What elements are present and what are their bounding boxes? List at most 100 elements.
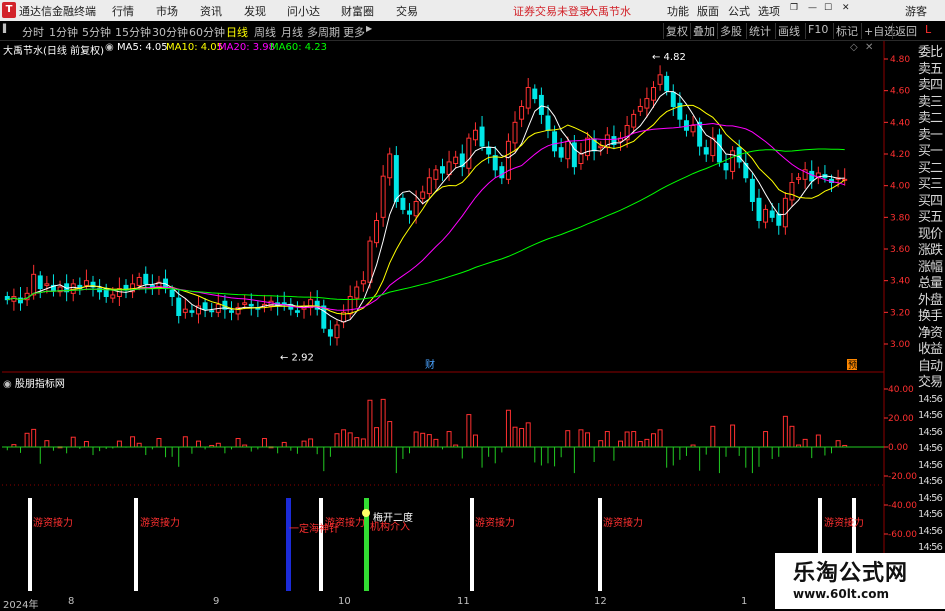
candle-body <box>182 308 188 313</box>
price-tick-label: 4.60 <box>890 87 910 97</box>
indicator-bar <box>565 430 571 448</box>
side-panel-item[interactable]: 买二 <box>918 161 943 177</box>
candle-body <box>552 131 558 152</box>
side-panel-item[interactable]: 自动 <box>918 359 943 375</box>
candle-body <box>209 310 215 313</box>
candle-body <box>716 134 722 163</box>
candle-body <box>453 156 459 165</box>
candle-body <box>525 87 531 109</box>
candle-body <box>44 283 50 286</box>
price-tick-label: 3.20 <box>890 308 910 318</box>
indicator-bar <box>446 431 452 448</box>
price-tick-label: 3.40 <box>890 277 910 287</box>
side-panel-item[interactable]: 买四 <box>918 194 943 210</box>
candle-body <box>242 302 248 305</box>
indicator-bar <box>420 432 426 448</box>
indicator-settings-icon[interactable]: ◉ <box>3 379 12 390</box>
candle-body <box>407 210 412 215</box>
side-panel-item[interactable]: 委比 <box>918 45 943 61</box>
candle-body <box>327 329 333 337</box>
indicator-bar <box>136 442 142 448</box>
side-panel-item[interactable]: 卖五 <box>918 62 943 78</box>
candle-body <box>367 240 373 283</box>
side-panel-item[interactable]: 卖二 <box>918 111 943 127</box>
side-panel-item[interactable]: 14:56 <box>918 474 943 490</box>
indicator-bar <box>341 429 347 448</box>
signal-bar <box>28 498 32 591</box>
side-panel-item[interactable]: 交易 <box>918 375 943 391</box>
indicator-bar <box>651 433 656 448</box>
candle-body <box>651 87 656 101</box>
candle-body <box>248 303 254 307</box>
side-panel-item[interactable]: 收益 <box>918 342 943 358</box>
indicator-bar <box>525 422 531 448</box>
indicator-tick-label: -40.00 <box>888 501 917 511</box>
candle-body <box>294 310 300 313</box>
side-panel-item[interactable]: 卖四 <box>918 78 943 94</box>
date-axis: 2024年 8 9 10 11 12 1 <box>0 596 880 611</box>
candle-body <box>657 74 663 85</box>
candle-body <box>400 197 406 210</box>
indicator-bar <box>360 438 366 448</box>
indicator-bar <box>281 441 287 448</box>
indicator-bar <box>116 440 122 448</box>
candle-body <box>281 302 287 305</box>
side-panel-item[interactable]: 14:56 <box>918 408 943 424</box>
side-panel-item[interactable]: 买五 <box>918 210 943 226</box>
indicator-bar <box>24 432 30 448</box>
side-panel-item[interactable]: 14:56 <box>918 491 943 507</box>
indicator-tick-label: 40.00 <box>888 385 914 395</box>
candle-body <box>670 91 676 107</box>
side-panel-item[interactable]: 净资 <box>918 326 943 342</box>
candle-body <box>110 294 116 299</box>
indicator-bar <box>380 398 386 448</box>
side-panel-item[interactable]: 卖三 <box>918 95 943 111</box>
indicator-tick-label: 20.00 <box>888 414 914 424</box>
signal-bar <box>470 498 474 591</box>
candle-body <box>558 147 564 158</box>
indicator-title-row: ◉ 股朋指标网 <box>3 375 65 390</box>
side-panel-item[interactable]: 14:56 <box>918 507 943 523</box>
price-tick-label: 4.40 <box>890 118 910 128</box>
candle-body <box>374 220 380 244</box>
side-panel-item[interactable]: 14:56 <box>918 524 943 540</box>
side-panel-item[interactable]: 14:56 <box>918 441 943 457</box>
candle-body <box>446 161 452 176</box>
candle-body <box>31 273 37 296</box>
signal-bar <box>134 498 138 591</box>
indicator-tick-label: 0.00 <box>888 443 908 453</box>
price-tick-label: 3.60 <box>890 245 910 255</box>
side-panel-item[interactable]: 涨跌 <box>918 243 943 259</box>
indicator-bar <box>598 440 604 448</box>
date-label: 12 <box>594 596 607 607</box>
side-panel-item[interactable]: 卖一 <box>918 128 943 144</box>
quote-side-panel: 委比 卖五 卖四 卖三 卖二 卖一 买一 买二 买三 买四 买五 现价 涨跌 涨幅 总量 外盘 换手 净资 收益 自动… <box>917 41 945 609</box>
indicator-bar <box>156 438 162 448</box>
side-panel-item[interactable]: 总量 <box>918 276 943 292</box>
candle-body <box>360 280 366 285</box>
side-panel-item[interactable]: 涨幅 <box>918 260 943 276</box>
indicator-bar <box>624 431 630 448</box>
side-panel-item[interactable]: 14:56 <box>918 458 943 474</box>
side-panel-item[interactable]: 买一 <box>918 144 943 160</box>
indicator-bar <box>512 426 518 448</box>
indicator-bar <box>182 436 188 448</box>
indicator-bar <box>802 438 808 448</box>
indicator-bar <box>637 441 643 448</box>
side-panel-item[interactable]: 现价 <box>918 227 943 243</box>
side-panel-item[interactable]: 买三 <box>918 177 943 193</box>
price-tick-label: 3.80 <box>890 213 910 223</box>
indicator-bar <box>374 427 380 448</box>
side-panel-item[interactable]: 14:56 <box>918 425 943 441</box>
signal-label: 机构介入 <box>370 522 410 533</box>
candle-body <box>479 126 485 147</box>
indicator-bar <box>505 409 511 448</box>
side-panel-item[interactable]: 14:56 <box>918 392 943 408</box>
candle-body <box>136 277 142 286</box>
indicator-bar <box>426 434 432 448</box>
indicator-bar <box>31 428 37 448</box>
high-marker-label: ← 4.82 <box>652 52 686 63</box>
side-panel-item[interactable]: 换手 <box>918 309 943 325</box>
indicator-bar <box>782 415 788 448</box>
side-panel-item[interactable]: 外盘 <box>918 293 943 309</box>
